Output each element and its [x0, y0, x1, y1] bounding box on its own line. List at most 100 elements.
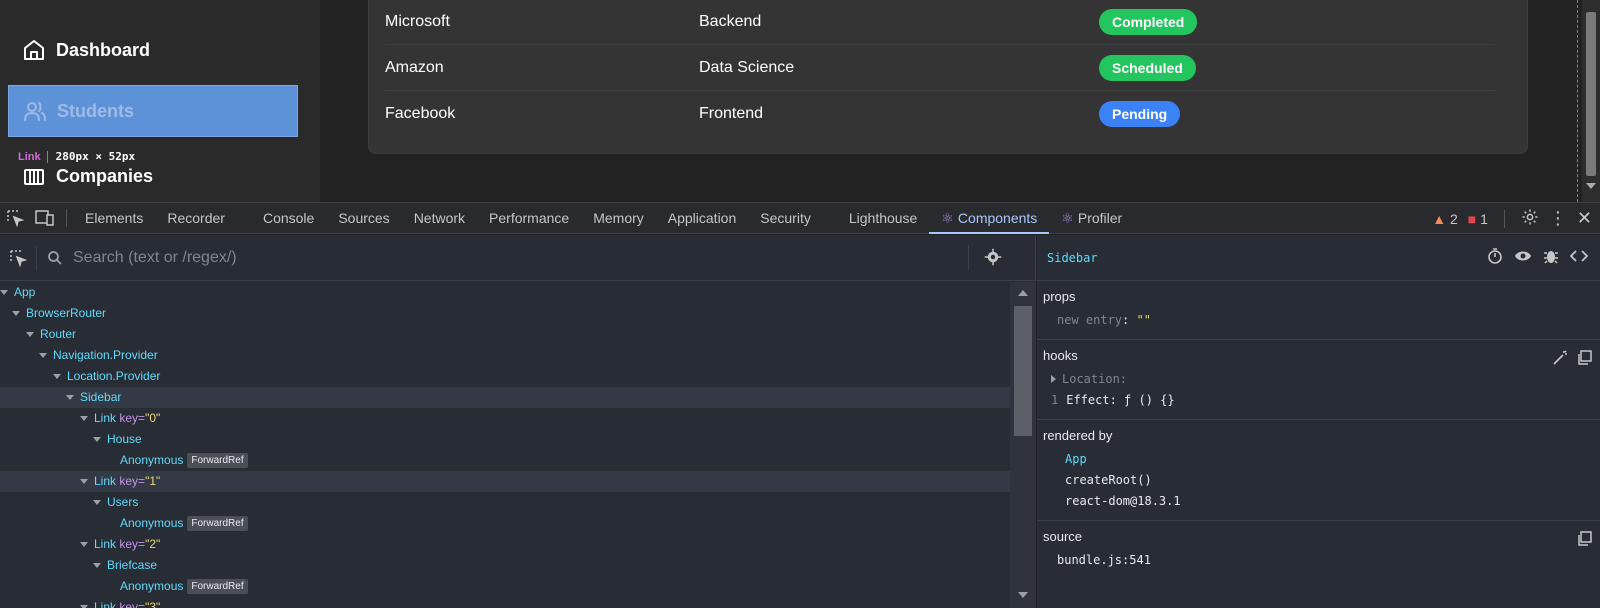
expand-triangle-icon[interactable]	[80, 479, 88, 485]
hooks-tools	[1552, 350, 1592, 366]
status-badge: Pending	[1099, 101, 1181, 127]
tab-memory[interactable]: Memory	[581, 203, 656, 234]
warnings-counter[interactable]: ▲ 2	[1432, 211, 1458, 227]
tab-console[interactable]: Console	[251, 203, 326, 234]
node-key-value: "1"	[145, 474, 161, 488]
tab-lighthouse[interactable]: Lighthouse	[837, 203, 930, 234]
node-name: Briefcase	[107, 558, 158, 572]
forwardref-badge: ForwardRef	[187, 453, 248, 469]
source-tools	[1576, 531, 1592, 552]
company-cell: Amazon	[385, 58, 444, 76]
close-icon[interactable]: ✕	[1577, 208, 1592, 229]
expand-triangle-icon[interactable]	[80, 416, 88, 422]
tab-network[interactable]: Network	[402, 203, 477, 234]
tree-node-hovered[interactable]: Link key="1"	[0, 471, 1010, 492]
tab-sources[interactable]: Sources	[326, 203, 401, 234]
tree-node[interactable]: Link key="2"	[0, 534, 1010, 555]
tree-node[interactable]: App	[0, 282, 1010, 303]
sidebar-item-students[interactable]: Students	[8, 85, 298, 137]
scrollbar-thumb[interactable]	[1586, 12, 1596, 176]
eye-icon[interactable]	[1514, 247, 1532, 265]
code-icon[interactable]	[1570, 247, 1588, 265]
tree-node[interactable]: Anonymous ForwardRef	[0, 450, 1010, 471]
rendered-by-section: rendered by App createRoot() react-dom@1…	[1037, 420, 1600, 521]
status-badge: Scheduled	[1099, 54, 1196, 81]
component-inspector: Sidebar props new entry: "" hooks Locati…	[1037, 235, 1600, 608]
select-element-button[interactable]	[0, 249, 36, 267]
table-row: Microsoft Backend Completed	[385, 0, 1495, 45]
copy-icon[interactable]	[1576, 350, 1592, 366]
expand-triangle-icon[interactable]	[39, 353, 47, 359]
scroll-down-icon[interactable]	[1018, 592, 1028, 598]
tree-node[interactable]: Router	[0, 324, 1010, 345]
props-section: props new entry: ""	[1037, 281, 1600, 340]
tab-label: Components	[957, 209, 1038, 226]
new-entry-value[interactable]: ""	[1136, 313, 1150, 327]
tab-profiler[interactable]: ⚛ Profiler	[1049, 203, 1134, 234]
component-search-bar	[0, 235, 1036, 281]
tree-node-selected[interactable]: Sidebar	[0, 387, 1010, 408]
rendered-by-item: createRoot()	[1065, 473, 1152, 487]
tab-components[interactable]: ⚛ Components	[929, 203, 1050, 234]
tree-node[interactable]: Location.Provider	[0, 366, 1010, 387]
sidebar-item-label: Dashboard	[56, 39, 151, 60]
node-key-eq: =	[138, 600, 146, 608]
copy-icon[interactable]	[1576, 531, 1592, 547]
stopwatch-icon[interactable]	[1486, 247, 1504, 265]
errors-counter[interactable]: ■ 1	[1468, 211, 1488, 227]
page-scrollbar[interactable]	[1582, 0, 1600, 202]
expand-triangle-icon[interactable]	[66, 395, 74, 401]
sidebar-item-label: Companies	[56, 165, 154, 186]
section-title: hooks	[1043, 348, 1078, 363]
forwardref-badge: ForwardRef	[187, 579, 248, 595]
expand-triangle-icon[interactable]	[93, 563, 101, 569]
sidebar: Dashboard Students Link 280px × 52px Com…	[0, 0, 320, 202]
tree-node[interactable]: Anonymous ForwardRef	[0, 513, 1010, 534]
tree-node[interactable]: Anonymous ForwardRef	[0, 576, 1010, 597]
scrollbar-thumb[interactable]	[1014, 306, 1032, 436]
source-section: source bundle.js:541	[1037, 521, 1600, 579]
tab-application[interactable]: Application	[656, 203, 749, 234]
sidebar-item-dashboard[interactable]: Dashboard	[8, 24, 298, 76]
tab-security[interactable]: Security	[748, 203, 823, 234]
node-name: Link	[94, 474, 117, 488]
expand-triangle-icon[interactable]	[93, 437, 101, 443]
rendered-by-item: react-dom@18.3.1	[1065, 494, 1181, 508]
expand-triangle-icon[interactable]	[53, 374, 61, 380]
scroll-up-icon[interactable]	[1018, 290, 1028, 296]
tree-node[interactable]: Briefcase	[0, 555, 1010, 576]
device-toolbar-button[interactable]	[30, 203, 60, 233]
settings-button[interactable]	[1521, 208, 1539, 229]
scroll-down-icon[interactable]	[1586, 183, 1596, 189]
bug-icon[interactable]	[1542, 247, 1560, 265]
inspect-element-button[interactable]	[0, 203, 30, 233]
expand-triangle-icon[interactable]	[12, 311, 20, 317]
role-cell: Backend	[699, 12, 762, 30]
tree-node[interactable]: Navigation.Provider	[0, 345, 1010, 366]
new-entry-row[interactable]: new entry: ""	[1043, 310, 1594, 331]
expand-triangle-icon[interactable]	[26, 332, 34, 338]
expand-triangle-icon[interactable]	[93, 500, 101, 506]
tree-node[interactable]: House	[0, 429, 1010, 450]
tab-recorder[interactable]: Recorder	[155, 203, 237, 234]
tree-node[interactable]: Link key="3"	[0, 597, 1010, 608]
tree-node[interactable]: BrowserRouter	[0, 303, 1010, 324]
tree-node[interactable]: Link key="0"	[0, 408, 1010, 429]
search-input[interactable]	[73, 248, 953, 267]
expand-triangle-icon[interactable]	[1051, 375, 1056, 383]
more-options-icon[interactable]: ⋮	[1549, 208, 1567, 229]
expand-triangle-icon[interactable]	[0, 290, 8, 296]
source-location[interactable]: bundle.js:541	[1043, 550, 1594, 571]
tree-node[interactable]: Users	[0, 492, 1010, 513]
house-icon	[24, 40, 44, 60]
rendered-by-item[interactable]: App	[1043, 449, 1594, 470]
tab-elements[interactable]: Elements	[73, 203, 155, 234]
devtools-status-area: ▲ 2 ■ 1 ⋮ ✕	[1432, 203, 1592, 234]
tree-settings-button[interactable]	[984, 248, 1002, 271]
node-name: Sidebar	[80, 390, 122, 404]
hook-location-row[interactable]: Location:	[1043, 369, 1594, 390]
tree-scrollbar[interactable]	[1010, 282, 1036, 608]
tab-performance[interactable]: Performance	[477, 203, 581, 234]
expand-triangle-icon[interactable]	[80, 542, 88, 548]
magic-wand-icon[interactable]	[1552, 350, 1568, 366]
